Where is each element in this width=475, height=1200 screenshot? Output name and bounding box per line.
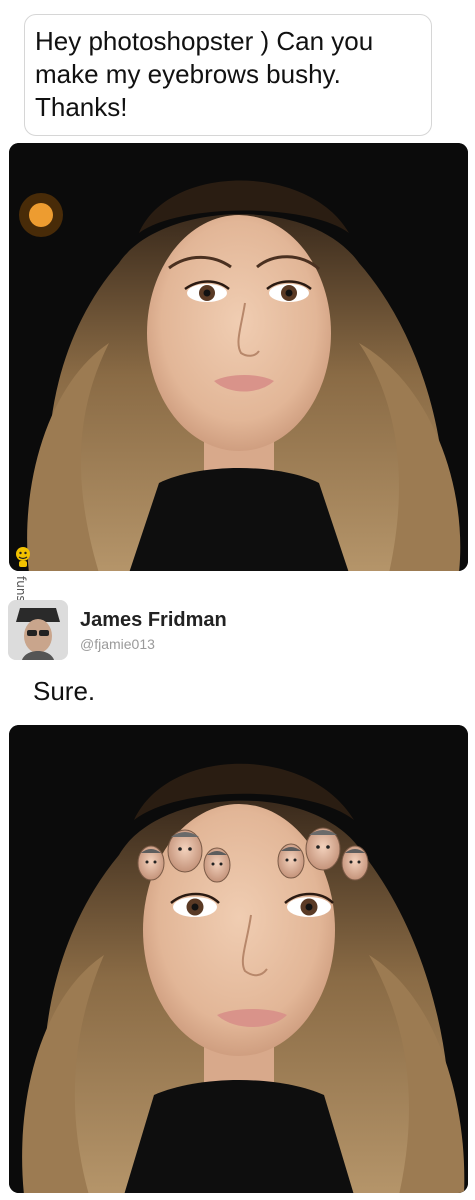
mascot-icon (16, 547, 30, 567)
request-bubble: Hey photoshopster ) Can you make my eyeb… (24, 14, 432, 136)
reply-message: Sure. (33, 676, 96, 706)
watermark (14, 546, 34, 568)
portrait-after (9, 725, 468, 1193)
photo-after (9, 725, 468, 1193)
request-line-1: Hey photoshopster ) Can you (35, 26, 374, 56)
avatar-image (8, 600, 68, 660)
request-line-2: make my eyebrows bushy. (35, 59, 341, 89)
avatar[interactable] (8, 600, 68, 660)
author-handle[interactable]: @fjamie013 (80, 636, 155, 652)
photo-before (9, 143, 468, 571)
author-name[interactable]: James Fridman (80, 609, 227, 632)
request-line-3: Thanks! (35, 92, 128, 122)
reply-header: James Fridman @fjamie013 (8, 600, 448, 662)
portrait-before (9, 143, 468, 571)
